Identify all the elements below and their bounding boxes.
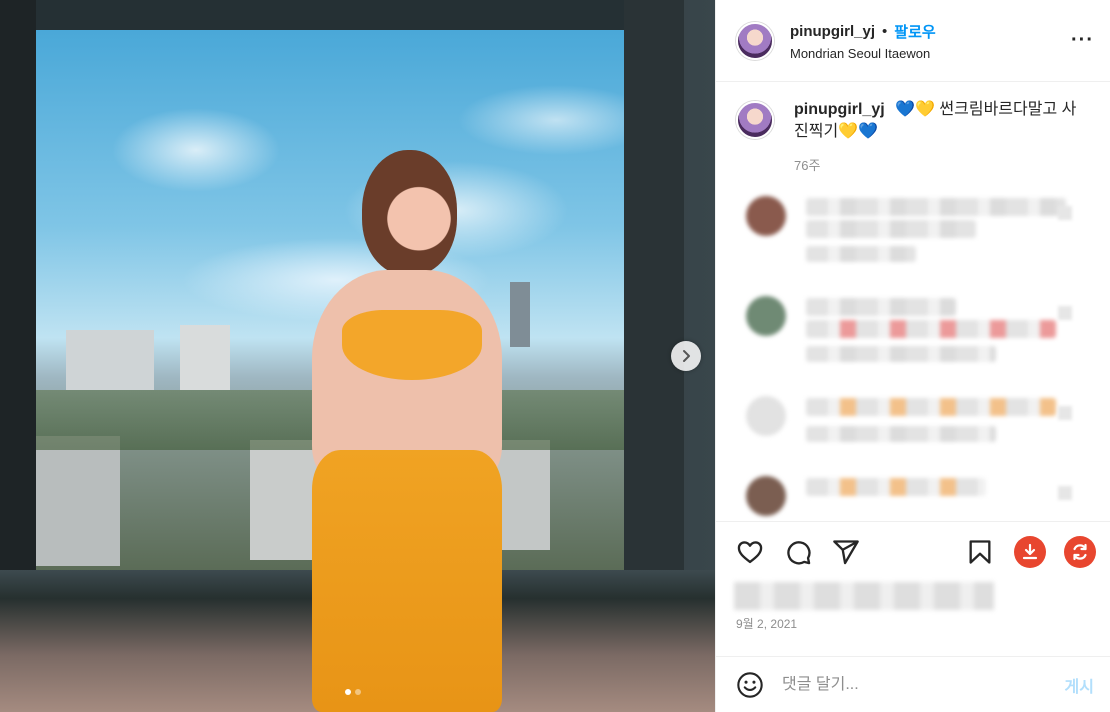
photo-building	[180, 325, 230, 390]
download-button[interactable]	[1014, 535, 1046, 568]
blurred-text	[806, 320, 1056, 338]
save-button[interactable]	[964, 536, 996, 568]
blurred-text	[806, 220, 976, 238]
blurred-avatar	[746, 396, 786, 436]
comment-icon	[787, 540, 811, 564]
comment-item	[736, 296, 1092, 396]
carousel-dot-active	[345, 689, 351, 695]
follow-button[interactable]: 팔로우	[894, 21, 935, 42]
caption-username[interactable]: pinupgirl_yj	[794, 101, 885, 118]
location-link[interactable]: Mondrian Seoul Itaewon	[790, 46, 1071, 61]
blurred-text	[806, 198, 1066, 216]
photo-person-top	[342, 310, 482, 380]
carousel-dot	[355, 689, 361, 695]
blurred-avatar	[746, 196, 786, 236]
blurred-text	[806, 398, 1056, 416]
comment-item	[736, 196, 1092, 296]
header-text: pinupgirl_yj • 팔로우 Mondrian Seoul Itaewo…	[790, 21, 1071, 61]
header-separator: •	[882, 22, 888, 40]
caption-body: pinupgirl_yj 💙💛 썬크림바르다말고 사진찍기💛💙	[794, 99, 1084, 143]
photo-frame	[36, 0, 624, 30]
blurred-text	[806, 426, 996, 442]
action-bar	[716, 521, 1110, 581]
comment-input[interactable]	[782, 675, 1065, 694]
photo-frame	[0, 0, 36, 600]
blurred-like-icon	[1058, 206, 1072, 220]
bookmark-icon	[969, 539, 991, 564]
photo-frame	[624, 0, 684, 600]
blurred-like-icon	[1058, 406, 1072, 420]
blurred-like-icon	[1058, 486, 1072, 500]
blurred-likes	[734, 582, 994, 610]
photo-person-skirt	[312, 450, 502, 712]
photo-building	[66, 330, 154, 390]
blurred-text	[806, 298, 956, 316]
photo-building	[250, 440, 320, 560]
more-options-button[interactable]: ···	[1071, 29, 1094, 52]
caption-time: 76주	[794, 158, 821, 173]
like-button[interactable]	[734, 536, 766, 568]
photo-person	[312, 150, 512, 712]
comment-composer: 게시	[716, 656, 1110, 712]
chevron-right-icon	[683, 350, 690, 362]
caption-body-wrap: pinupgirl_yj 💙💛 썬크림바르다말고 사진찍기💛💙 76주	[774, 99, 1084, 174]
blurred-text	[806, 478, 986, 496]
emoji-icon	[737, 671, 763, 698]
more-icon: ···	[1071, 29, 1094, 51]
post-side-panel: pinupgirl_yj • 팔로우 Mondrian Seoul Itaewo…	[715, 0, 1110, 712]
post-date: 9월 2, 2021	[736, 617, 798, 631]
username-link[interactable]: pinupgirl_yj	[790, 23, 875, 40]
comments-list[interactable]: pinupgirl_yj 💙💛 썬크림바르다말고 사진찍기💛💙 76주	[716, 83, 1110, 521]
header-line: pinupgirl_yj • 팔로우	[790, 21, 1071, 42]
blurred-avatar	[746, 296, 786, 336]
share-button[interactable]	[830, 536, 862, 568]
caption: pinupgirl_yj 💙💛 썬크림바르다말고 사진찍기💛💙 76주	[736, 99, 1092, 174]
comment-item	[736, 396, 1092, 476]
carousel-dots	[345, 689, 361, 695]
photo-person-head	[362, 150, 457, 275]
refresh-icon	[1073, 543, 1087, 560]
avatar[interactable]	[736, 101, 774, 139]
share-icon	[833, 539, 859, 564]
photo-building	[510, 282, 530, 347]
comment-button[interactable]	[782, 536, 814, 568]
post-comment-button[interactable]: 게시	[1065, 673, 1094, 697]
instagram-post-view: pinupgirl_yj • 팔로우 Mondrian Seoul Itaewo…	[0, 0, 1110, 712]
carousel-next-button[interactable]	[671, 341, 701, 371]
heart-icon	[737, 540, 763, 563]
blurred-text	[806, 246, 916, 262]
download-icon	[1022, 543, 1038, 559]
blurred-like-icon	[1058, 306, 1072, 320]
blurred-text	[806, 346, 996, 362]
emoji-button[interactable]	[734, 669, 766, 701]
blurred-avatar	[746, 476, 786, 516]
comment-item	[736, 476, 1092, 521]
post-header: pinupgirl_yj • 팔로우 Mondrian Seoul Itaewo…	[716, 0, 1110, 82]
refresh-button[interactable]	[1064, 535, 1096, 568]
avatar[interactable]	[736, 21, 774, 60]
post-photo[interactable]	[0, 0, 715, 712]
